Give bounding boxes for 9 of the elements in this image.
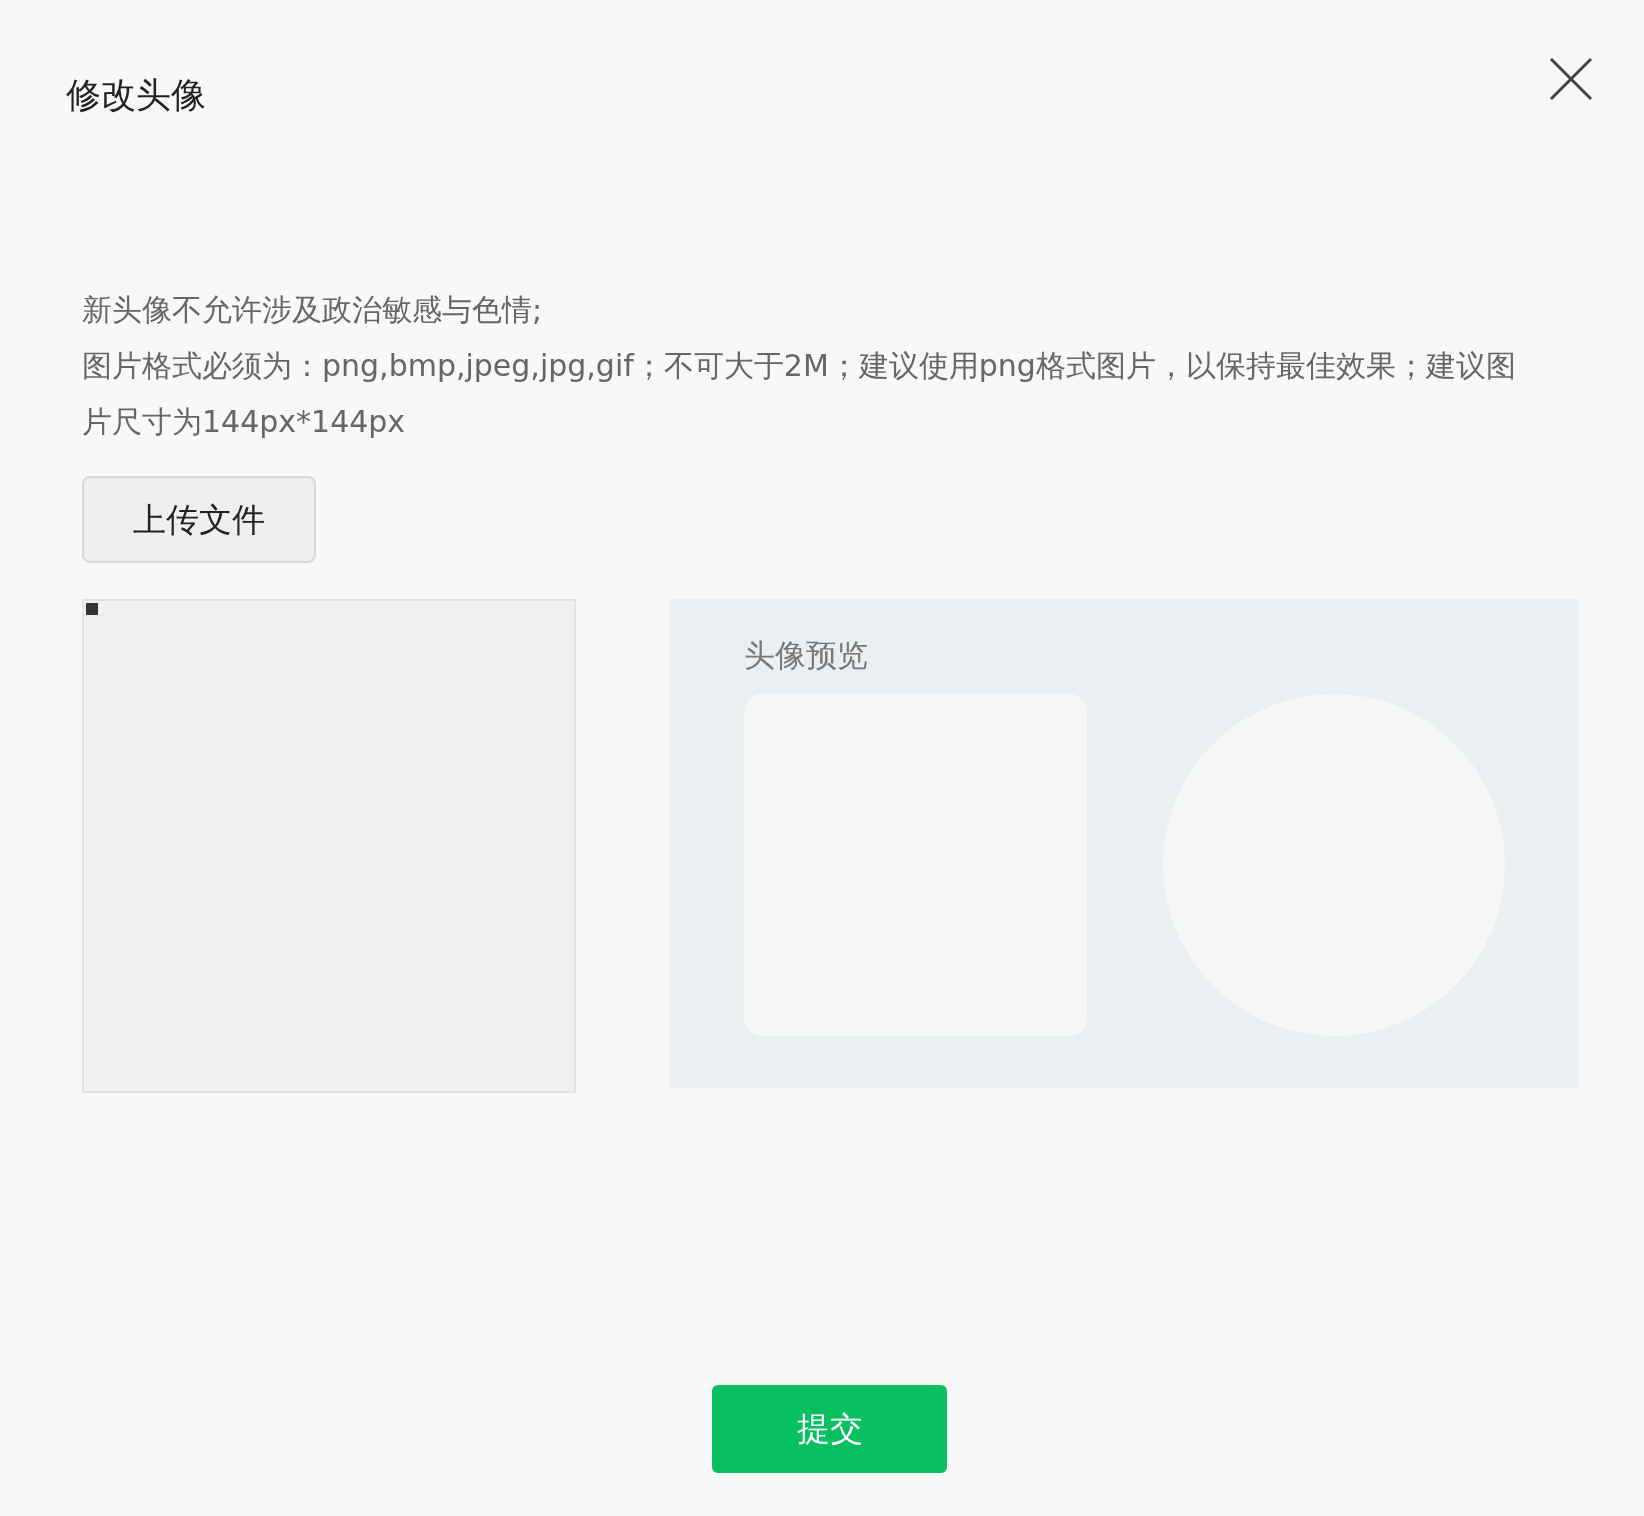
notice-text: 图片格式必须为：png,bmp,jpeg,jpg,gif；不可大于2M；建议使用png格式图片，以保持最佳效果；建议图片尺寸为144px*144px	[82, 347, 1517, 441]
crop-area[interactable]	[82, 599, 576, 1093]
close-icon	[1548, 56, 1594, 102]
close-button[interactable]	[1548, 56, 1594, 102]
dialog-title: 修改头像	[66, 74, 206, 116]
preview-label: 头像预览	[744, 637, 869, 675]
upload-button[interactable]: 上传文件	[82, 476, 316, 563]
notice-text: 新头像不允许涉及政治敏感与色情;	[82, 291, 544, 329]
crop-handle-icon[interactable]	[86, 603, 98, 615]
